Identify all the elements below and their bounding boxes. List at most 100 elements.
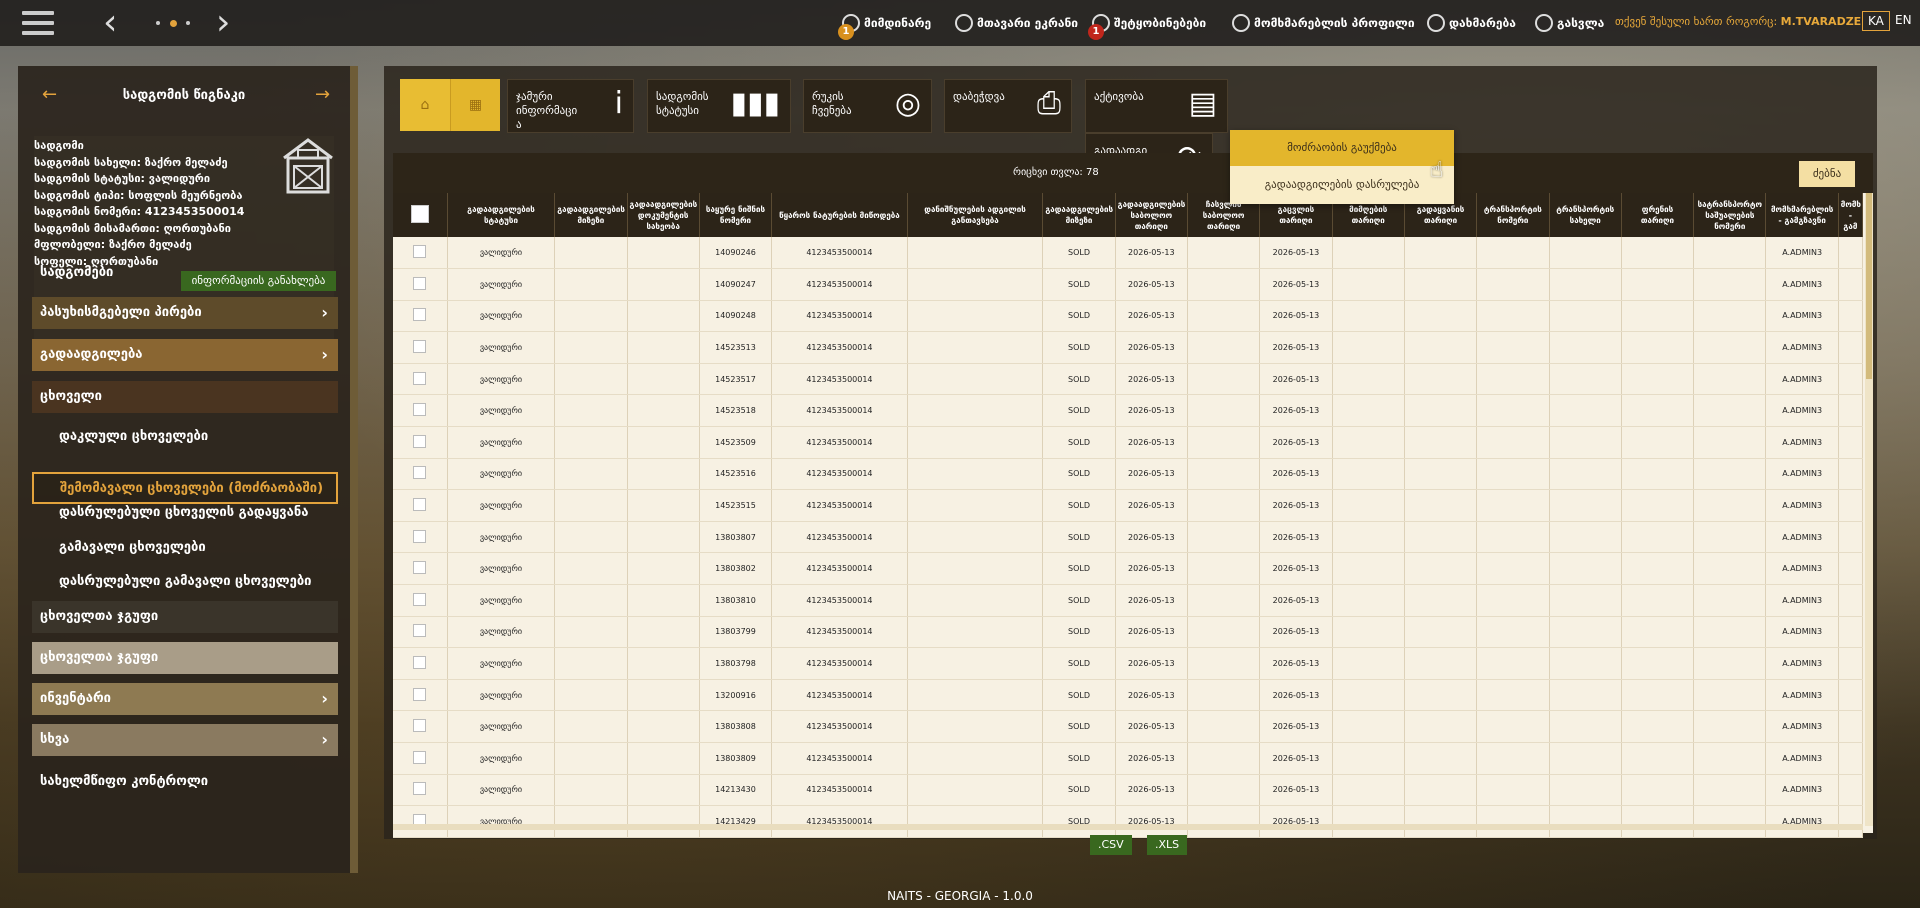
home-icon[interactable]: ⌂ — [400, 79, 450, 131]
table-row[interactable]: ვალიდური 13200916 4123453500014 SOLD 2026-05… — [393, 679, 1864, 712]
export-xls-button[interactable]: .XLS — [1147, 835, 1188, 855]
row-select-cell[interactable] — [393, 300, 448, 333]
row-checkbox[interactable] — [413, 308, 427, 322]
row-checkbox[interactable] — [413, 782, 427, 796]
row-checkbox[interactable] — [413, 498, 427, 512]
home-view-toggle[interactable]: ⌂ ▦ — [400, 79, 500, 131]
row-checkbox[interactable] — [413, 340, 427, 354]
finish-movement-item[interactable]: გადაადგილების დასრულება — [1230, 166, 1454, 204]
row-select-cell[interactable] — [393, 363, 448, 396]
table-row[interactable]: ვალიდური 13803808 4123453500014 SOLD 2026-05… — [393, 710, 1864, 743]
row-select-cell[interactable] — [393, 394, 448, 428]
table-row[interactable]: ვალიდური 14090248 4123453500014 SOLD 2026-05… — [393, 300, 1864, 333]
table-row[interactable]: ვალიდური 14523515 4123453500014 SOLD 2026-05… — [393, 489, 1864, 522]
row-select-cell[interactable] — [393, 710, 448, 743]
map-view-button[interactable]: რუკის ჩვენება ◎ — [803, 79, 932, 133]
sidebar-item-animal-group[interactable]: ცხოველთა ჯგუფი — [32, 601, 338, 633]
row-select-cell[interactable] — [393, 237, 448, 270]
row-select-cell[interactable] — [393, 458, 448, 491]
row-select-cell[interactable] — [393, 489, 448, 522]
sidebar-item-other[interactable]: სხვა › — [32, 724, 338, 756]
table-row[interactable]: ვალიდური 14523518 4123453500014 SOLD 2026-05… — [393, 394, 1864, 428]
table-row[interactable]: ვალიდური 14523509 4123453500014 SOLD 2026-05… — [393, 426, 1864, 459]
submenu-completed-outgoing[interactable]: დასრულებული გამავალი ცხოველები — [59, 574, 311, 589]
table-row[interactable]: ვალიდური 14090247 4123453500014 SOLD 2026-05… — [393, 268, 1864, 301]
row-checkbox[interactable] — [413, 276, 427, 290]
table-row[interactable]: ვალიდური 13803802 4123453500014 SOLD 2026-05… — [393, 552, 1864, 586]
sidebar-item-animal[interactable]: ცხოველი — [32, 381, 338, 413]
row-checkbox[interactable] — [413, 592, 427, 606]
horizontal-scrollbar[interactable] — [393, 824, 1863, 830]
sidebar-item-holdings[interactable]: სადგომები — [32, 257, 338, 289]
search-button[interactable]: ძებნა — [1799, 161, 1855, 187]
sidebar-item-responsible-persons[interactable]: პასუხისმგებელი პირები › — [32, 297, 338, 329]
topbar-logout-link[interactable]: გასვლა — [1535, 14, 1604, 32]
select-all-checkbox[interactable] — [410, 204, 429, 223]
table-row[interactable]: ვალიდური 13803807 4123453500014 SOLD 2026-05… — [393, 521, 1864, 554]
row-select-cell[interactable] — [393, 521, 448, 554]
row-checkbox[interactable] — [413, 371, 427, 385]
submenu-completed-transfer[interactable]: დასრულებული ცხოველის გადაყვანა — [59, 505, 308, 520]
table-row[interactable]: ვალიდური 13803810 4123453500014 SOLD 2026-05… — [393, 584, 1864, 617]
table-row[interactable]: ვალიდური 14090246 4123453500014 SOLD 2026-05… — [393, 237, 1864, 270]
row-select-cell[interactable] — [393, 584, 448, 617]
sidebar-forward-arrow-icon[interactable]: → — [315, 84, 330, 105]
row-select-cell[interactable] — [393, 679, 448, 712]
sidebar-scrollbar[interactable] — [350, 66, 358, 873]
activity-button[interactable]: აქტივობა ▤ — [1085, 79, 1228, 133]
row-select-cell[interactable] — [393, 774, 448, 807]
row-checkbox[interactable] — [413, 434, 427, 448]
forward-arrow-icon[interactable]: › — [216, 4, 230, 42]
table-row[interactable]: ვალიდური 14523516 4123453500014 SOLD 2026-05… — [393, 458, 1864, 491]
row-checkbox[interactable] — [413, 687, 427, 701]
row-checkbox[interactable] — [413, 466, 427, 480]
back-arrow-icon[interactable]: ‹ — [103, 4, 117, 42]
row-checkbox[interactable] — [413, 656, 427, 670]
holding-status-button[interactable]: სადგომის სტატუსი ▮▮▮ — [647, 79, 791, 133]
export-csv-button[interactable]: .CSV — [1090, 835, 1132, 855]
sidebar-item-inventory[interactable]: ინვენტარი › — [32, 683, 338, 715]
grid-view-icon[interactable]: ▦ — [450, 79, 500, 131]
row-checkbox[interactable] — [413, 529, 427, 543]
row-select-cell[interactable] — [393, 552, 448, 586]
row-checkbox[interactable] — [413, 403, 427, 417]
row-checkbox[interactable] — [413, 245, 427, 259]
row-checkbox[interactable] — [413, 624, 427, 638]
lang-ka-button[interactable]: KA — [1862, 11, 1890, 31]
table-row[interactable]: ვალიდური 14523517 4123453500014 SOLD 2026-05… — [393, 363, 1864, 396]
submenu-outgoing[interactable]: გამავალი ცხოველები — [59, 540, 206, 555]
print-button[interactable]: დაბეჭდვა ⎙ — [944, 79, 1072, 133]
row-select-cell[interactable] — [393, 805, 448, 838]
row-select-cell[interactable] — [393, 426, 448, 459]
row-select-cell[interactable] — [393, 268, 448, 301]
topbar-help-link[interactable]: დახმარება — [1427, 14, 1516, 32]
summary-info-button[interactable]: ჯამური ინფორმაცი ა i — [507, 79, 634, 133]
table-row[interactable]: ვალიდური 14523513 4123453500014 SOLD 2026-05… — [393, 331, 1864, 364]
table-row[interactable]: ვალიდური 13803799 4123453500014 SOLD 2026-05… — [393, 616, 1864, 649]
row-checkbox[interactable] — [413, 719, 427, 733]
table-row[interactable]: ვალიდური 14213429 4123453500014 SOLD 2026-05… — [393, 805, 1864, 838]
row-select-cell[interactable] — [393, 616, 448, 649]
row-select-cell[interactable] — [393, 331, 448, 364]
topbar-in-progress-link[interactable]: მიმდინარე 1 — [838, 14, 931, 40]
topbar-notifications-link[interactable]: შეტყობინებები 1 — [1088, 14, 1206, 40]
row-select-cell[interactable] — [393, 647, 448, 680]
lang-en-button[interactable]: EN — [1890, 11, 1917, 29]
table-row[interactable]: ვალიდური 14213430 4123453500014 SOLD 2026-05… — [393, 774, 1864, 807]
topbar-user-profile-link[interactable]: მომხმარებლის პროფილი — [1232, 14, 1415, 32]
row-checkbox[interactable] — [413, 561, 427, 575]
sidebar-item-animal-group-2[interactable]: ცხოველთა ჯგუფი — [32, 642, 338, 674]
select-all-header[interactable] — [393, 193, 448, 237]
table-row[interactable]: ვალიდური 13803809 4123453500014 SOLD 2026-05… — [393, 742, 1864, 775]
table-row[interactable]: ვალიდური 13803798 4123453500014 SOLD 2026-05… — [393, 647, 1864, 680]
sidebar-item-state-control[interactable]: სახელმწიფო კონტროლი — [32, 766, 338, 798]
cancel-movement-item[interactable]: მოძრაობის გაუქმება — [1230, 130, 1454, 166]
row-select-cell[interactable] — [393, 742, 448, 775]
vertical-scrollbar[interactable] — [1865, 193, 1873, 826]
sidebar-item-movement[interactable]: გადაადგილება › — [32, 339, 338, 371]
submenu-slaughtered[interactable]: დაკლული ცხოველები — [59, 429, 208, 444]
submenu-incoming-active[interactable]: შემომავალი ცხოველები (მოძრაობაში) — [32, 472, 338, 504]
topbar-main-screen-link[interactable]: მთავარი ეკრანი — [955, 14, 1078, 32]
hamburger-menu-icon[interactable] — [22, 11, 54, 37]
row-checkbox[interactable] — [413, 750, 427, 764]
